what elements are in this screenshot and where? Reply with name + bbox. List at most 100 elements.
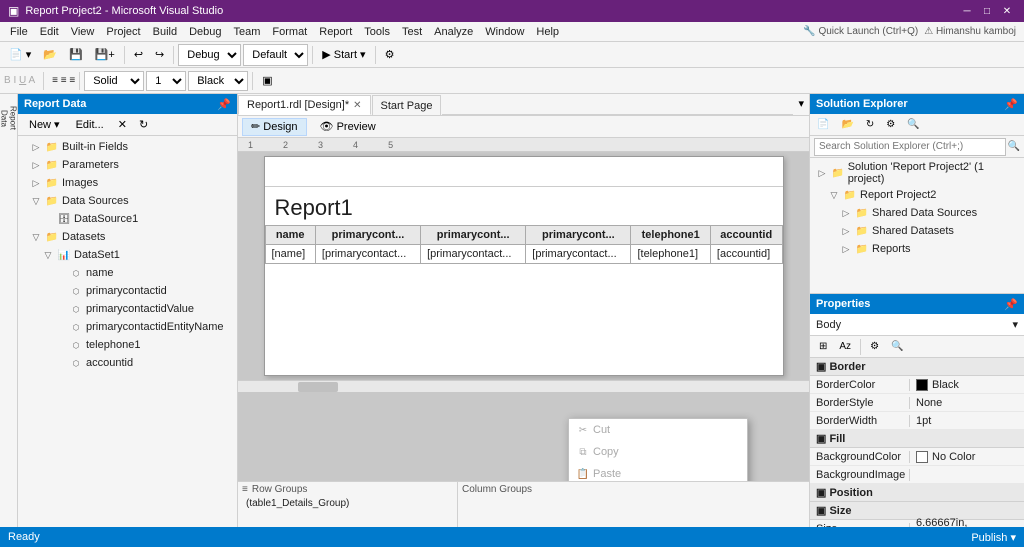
menu-report[interactable]: Report	[313, 24, 358, 40]
prop-category-btn[interactable]: ⊞	[814, 338, 832, 356]
fill-section[interactable]: ▣ Fill	[810, 430, 1024, 448]
expand-icon: ▽	[826, 187, 842, 203]
design-button[interactable]: ✏ Design	[242, 118, 307, 136]
context-menu[interactable]: ✂ Cut ⧉ Copy 📋 Paste Insert ▶ T	[568, 418, 748, 481]
edit-btn[interactable]: Edit...	[69, 116, 111, 134]
menu-window[interactable]: Window	[479, 24, 530, 40]
tree-field-primarycontactidvalue[interactable]: ⬡ primarycontactidValue	[20, 300, 235, 318]
prop-pin-icon[interactable]: 📌	[1004, 298, 1018, 311]
ctx-cut[interactable]: ✂ Cut	[569, 419, 747, 441]
tab-close-icon[interactable]: ✕	[353, 100, 361, 111]
prop-value[interactable]: No Color	[910, 451, 1024, 463]
database-icon: 🗄	[56, 211, 72, 227]
preview-button[interactable]: 👁 Preview	[311, 118, 385, 136]
sol-toolbar-btn4[interactable]: ⚙	[881, 116, 900, 134]
sol-pin-icon[interactable]: 📌	[1004, 98, 1018, 111]
tree-field-accountid[interactable]: ⬡ accountid	[20, 354, 235, 372]
redo-button[interactable]: ↪	[150, 44, 169, 66]
border-section[interactable]: ▣ Border	[810, 358, 1024, 376]
hscroll-thumb[interactable]	[298, 382, 338, 392]
tree-images[interactable]: ▷ 📁 Images	[20, 174, 235, 192]
row-group-item[interactable]: (table1_Details_Group)	[242, 497, 453, 510]
menu-view[interactable]: View	[65, 24, 101, 40]
config-dropdown[interactable]: Default	[243, 44, 308, 66]
menu-help[interactable]: Help	[530, 24, 565, 40]
menu-project[interactable]: Project	[100, 24, 146, 40]
hscrollbar[interactable]	[238, 380, 809, 392]
menu-debug[interactable]: Debug	[183, 24, 227, 40]
sol-toolbar-btn1[interactable]: 📄	[812, 116, 834, 134]
open-button[interactable]: 📂	[38, 44, 62, 66]
tree-label: primarycontactidValue	[86, 303, 194, 315]
tab-scroll-btn[interactable]: ▾	[793, 92, 809, 114]
menu-format[interactable]: Format	[266, 24, 313, 40]
tree-reports[interactable]: ▷ 📁 Reports	[812, 240, 1022, 258]
ctx-paste[interactable]: 📋 Paste	[569, 463, 747, 481]
vert-report-data-btn[interactable]: Report Data	[1, 98, 17, 138]
save-all-button[interactable]: 💾+	[90, 44, 120, 66]
tab-report1[interactable]: Report1.rdl [Design]* ✕	[238, 95, 371, 115]
tree-datasets[interactable]: ▽ 📁 Datasets	[20, 228, 235, 246]
tree-builtin-fields[interactable]: ▷ 📁 Built-in Fields	[20, 138, 235, 156]
sol-toolbar-btn3[interactable]: ↻	[861, 116, 879, 134]
folder-icon: 📁	[44, 193, 60, 209]
menu-team[interactable]: Team	[228, 24, 267, 40]
start-button[interactable]: ▶ Start ▾	[317, 44, 370, 66]
report-table[interactable]: name primarycont... primarycont... prima…	[265, 225, 783, 264]
position-section[interactable]: ▣ Position	[810, 484, 1024, 502]
tree-data-sources[interactable]: ▽ 📁 Data Sources	[20, 192, 235, 210]
sol-search-icon[interactable]: 🔍	[1008, 141, 1020, 152]
tree-project[interactable]: ▽ 📁 Report Project2	[812, 186, 1022, 204]
debug-dropdown[interactable]: Debug	[178, 44, 241, 66]
misc-btn[interactable]: ⚙	[380, 44, 400, 66]
prop-extra-btn2[interactable]: 🔍	[886, 338, 908, 356]
format-align: ≡ ≡ ≡	[52, 75, 75, 86]
undo-button[interactable]: ↩	[129, 44, 148, 66]
prop-extra-btn[interactable]: ⚙	[865, 338, 884, 356]
new-btn[interactable]: New ▾	[22, 116, 67, 134]
tree-dataset1[interactable]: ▽ 📊 DataSet1	[20, 246, 235, 264]
report-paper[interactable]: Report1 name primarycont... primarycont.…	[264, 156, 784, 376]
save-button[interactable]: 💾	[64, 44, 88, 66]
format-extra-btn[interactable]: ▣	[257, 70, 277, 92]
menu-tools[interactable]: Tools	[358, 24, 396, 40]
tab-start[interactable]: Start Page	[372, 95, 442, 115]
panel-pin-icon[interactable]: 📌	[217, 98, 231, 111]
prop-dropdown-icon[interactable]: ▾	[1012, 318, 1018, 331]
tree-field-name[interactable]: ⬡ name	[20, 264, 235, 282]
sol-toolbar-btn2[interactable]: 📂	[836, 116, 858, 134]
tree-field-telephone1[interactable]: ⬡ telephone1	[20, 336, 235, 354]
border-color-dropdown[interactable]: Black	[188, 71, 248, 91]
publish-button[interactable]: Publish ▾	[971, 531, 1016, 544]
menu-analyze[interactable]: Analyze	[428, 24, 479, 40]
tree-solution[interactable]: ▷ 📁 Solution 'Report Project2' (1 projec…	[812, 160, 1022, 186]
prop-value[interactable]: 1pt	[910, 415, 1024, 427]
report-canvas[interactable]: 12345 Report1 name primarycont... primar…	[238, 138, 809, 481]
menu-test[interactable]: Test	[396, 24, 428, 40]
ctx-copy[interactable]: ⧉ Copy	[569, 441, 747, 463]
sol-search-input[interactable]	[814, 138, 1006, 156]
menu-file[interactable]: File	[4, 24, 34, 40]
new-project-button[interactable]: 📄 ▾	[4, 44, 36, 66]
expand-icon: ▷	[28, 175, 44, 191]
border-style-dropdown[interactable]: Solid	[84, 71, 144, 91]
close-button[interactable]: ✕	[998, 3, 1016, 19]
prop-value[interactable]: Black	[910, 379, 1024, 391]
delete-btn[interactable]: ✕	[113, 116, 132, 134]
tree-parameters[interactable]: ▷ 📁 Parameters	[20, 156, 235, 174]
tree-datasource1[interactable]: 🗄 DataSource1	[20, 210, 235, 228]
tree-field-primarycontactid[interactable]: ⬡ primarycontactid	[20, 282, 235, 300]
tree-field-primarycontactidentityname[interactable]: ⬡ primarycontactidEntityName	[20, 318, 235, 336]
menu-build[interactable]: Build	[147, 24, 183, 40]
tree-shared-datasets[interactable]: ▷ 📁 Shared Datasets	[812, 222, 1022, 240]
tree-shared-datasources[interactable]: ▷ 📁 Shared Data Sources	[812, 204, 1022, 222]
border-width-dropdown[interactable]: 1 pt	[146, 71, 186, 91]
minimize-button[interactable]: ─	[958, 3, 976, 19]
maximize-button[interactable]: □	[978, 3, 996, 19]
spacer	[52, 337, 68, 353]
prop-alpha-btn[interactable]: Az	[834, 338, 856, 356]
menu-edit[interactable]: Edit	[34, 24, 65, 40]
sol-toolbar-btn5[interactable]: 🔍	[902, 116, 924, 134]
refresh-btn[interactable]: ↻	[134, 116, 153, 134]
prop-value[interactable]: None	[910, 397, 1024, 409]
